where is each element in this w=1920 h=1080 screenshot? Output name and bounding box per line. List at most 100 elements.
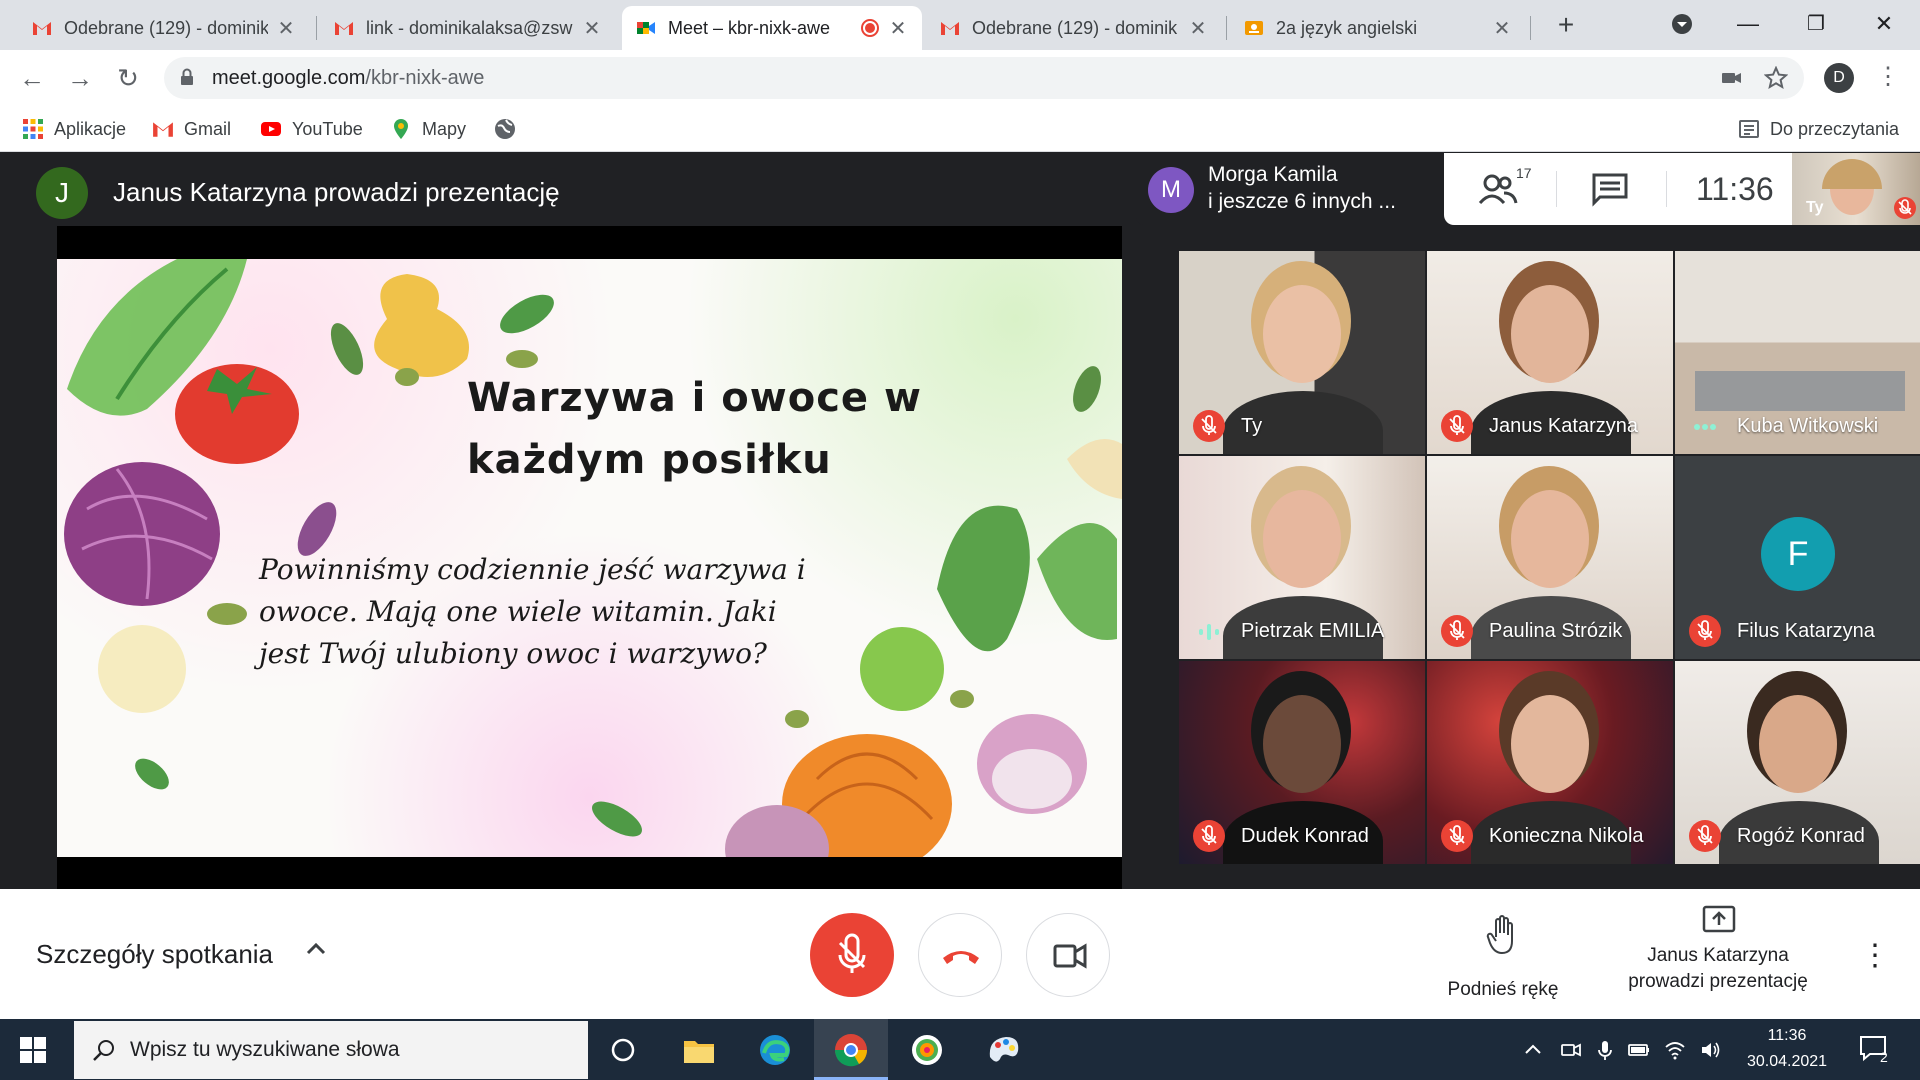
bookmark-gmail[interactable]: Gmail (152, 118, 231, 140)
profile-avatar[interactable]: D (1824, 63, 1854, 93)
participant-tile[interactable]: Janus Katarzyna (1427, 251, 1673, 454)
more-options-icon[interactable]: ⋮ (1860, 941, 1890, 973)
battery-icon[interactable] (1628, 1039, 1650, 1061)
paint-app-icon[interactable] (984, 1031, 1022, 1069)
tab-search-button[interactable] (1650, 6, 1714, 42)
chat-icon[interactable] (1590, 171, 1630, 207)
meet-stage: J Janus Katarzyna prowadzi prezentację W… (0, 153, 1920, 889)
windows-start-icon[interactable] (20, 1037, 46, 1063)
participant-name: Filus Katarzyna (1737, 620, 1875, 642)
camera-toggle-button[interactable] (1026, 913, 1110, 997)
people-icon[interactable] (1478, 171, 1518, 207)
others-more: i jeszcze 6 innych ... (1208, 190, 1396, 213)
hand-icon (1486, 915, 1513, 955)
edge-icon[interactable] (756, 1031, 794, 1069)
slide-body: Powinniśmy codziennie jeść warzywa i owo… (259, 553, 806, 670)
participant-name: Pietrzak EMILIA (1241, 620, 1385, 642)
tab-meet[interactable]: Meet – kbr-nixk-awe ✕ (622, 6, 922, 50)
tab-gmail-3[interactable]: Odebrane (129) - dominik ✕ (926, 6, 1222, 50)
chevron-up-icon[interactable] (302, 935, 330, 963)
bookmark-star-icon[interactable] (1764, 66, 1788, 90)
participant-tile[interactable]: Kuba Witkowski (1675, 251, 1920, 454)
close-tab-icon[interactable]: ✕ (888, 16, 908, 41)
participant-tile[interactable]: Rogóż Konrad (1675, 661, 1920, 864)
minimize-button[interactable]: — (1716, 6, 1780, 42)
file-explorer-icon[interactable] (680, 1031, 718, 1069)
participant-tile[interactable]: Dudek Konrad (1179, 661, 1425, 864)
chevron-down-circle-icon (1672, 14, 1692, 34)
taskbar-date[interactable]: 30.04.2021 (1742, 1053, 1832, 1071)
address-bar[interactable]: meet.google.com/kbr-nixk-awe (164, 57, 1804, 99)
participant-tile[interactable]: Pietrzak EMILIA (1179, 456, 1425, 659)
leave-call-button[interactable] (918, 913, 1002, 997)
tray-expand-icon[interactable] (1522, 1039, 1544, 1061)
apps-grid-icon (23, 119, 43, 139)
task-view-icon[interactable] (604, 1031, 642, 1069)
close-tab-icon[interactable]: ✕ (1188, 16, 1208, 41)
tab-title: Odebrane (129) - dominik (64, 17, 268, 38)
back-button[interactable]: ← (14, 60, 50, 96)
participant-tile[interactable]: Paulina Strózik (1427, 456, 1673, 659)
new-tab-button[interactable]: + (1550, 10, 1582, 42)
present-screen-icon (1702, 905, 1736, 933)
restore-button[interactable]: ❐ (1784, 6, 1848, 42)
reading-list-icon (1739, 120, 1759, 138)
meeting-info-panel: M Morga Kamila i jeszcze 6 innych ... 17… (1136, 153, 1920, 225)
participant-face (1263, 695, 1341, 793)
camera-tray-icon[interactable] (1560, 1039, 1582, 1061)
close-window-button[interactable]: ✕ (1852, 6, 1916, 42)
bookmark-label: Mapy (422, 118, 467, 139)
taskbar-chrome-active[interactable] (814, 1019, 888, 1080)
notification-count: 2 (1880, 1049, 1888, 1065)
presentation-view[interactable]: Warzywa i owoce w każdym posiłku Powinni… (57, 226, 1122, 889)
mic-toggle-button[interactable] (810, 913, 894, 997)
tab-classroom[interactable]: 2a język angielski ✕ (1230, 6, 1526, 50)
bookmark-label: Aplikacje (54, 118, 127, 139)
bookmark-maps[interactable]: Mapy (390, 118, 466, 140)
participant-tile[interactable]: F Filus Katarzyna (1675, 456, 1920, 659)
tab-gmail-2[interactable]: link - dominikalaksa@zsw ✕ (320, 6, 616, 50)
maps-pin-icon (394, 119, 408, 139)
taskbar-time[interactable]: 11:36 (1742, 1027, 1832, 1045)
browser-menu-icon[interactable]: ⋮ (1876, 62, 1900, 94)
present-label-line1: Janus Katarzyna (1647, 945, 1789, 966)
camera-in-use-icon[interactable] (1720, 66, 1744, 90)
photos-app-icon[interactable] (908, 1031, 946, 1069)
present-now-button[interactable]: Janus Katarzyna prowadzi prezentację (1608, 905, 1828, 1015)
bookmark-youtube[interactable]: YouTube (260, 118, 363, 140)
participant-name: Konieczna Nikola (1489, 825, 1644, 847)
bookmark-globe[interactable] (494, 118, 526, 140)
reading-list[interactable]: Do przeczytania (1738, 118, 1899, 140)
mic-off-icon (1193, 820, 1225, 852)
tab-divider (1530, 16, 1531, 40)
close-tab-icon[interactable]: ✕ (1492, 16, 1512, 41)
recording-dot-icon (861, 19, 879, 37)
mic-off-icon (1441, 820, 1473, 852)
participant-face (1511, 285, 1589, 383)
wifi-icon[interactable] (1664, 1039, 1686, 1061)
participant-name: Janus Katarzyna (1489, 415, 1638, 437)
raise-hand-label: Podnieś rękę (1447, 979, 1559, 1000)
self-view-thumbnail[interactable]: Ty (1792, 153, 1920, 225)
participant-name: Dudek Konrad (1241, 825, 1369, 847)
participant-face (1263, 490, 1341, 588)
taskbar-search[interactable]: Wpisz tu wyszukiwane słowa (74, 1021, 588, 1079)
pinned-others[interactable]: M Morga Kamila i jeszcze 6 innych ... (1136, 153, 1444, 225)
close-tab-icon[interactable]: ✕ (276, 16, 296, 41)
participant-tile[interactable]: Konieczna Nikola (1427, 661, 1673, 864)
volume-icon[interactable] (1700, 1039, 1722, 1061)
people-count: 17 (1516, 165, 1532, 181)
video-camera-icon (1053, 943, 1087, 969)
forward-button[interactable]: → (62, 60, 98, 96)
bookmark-apps[interactable]: Aplikacje (22, 118, 126, 140)
audio-dots-icon (1689, 417, 1721, 437)
reload-button[interactable]: ↻ (110, 60, 146, 96)
raise-hand-button[interactable]: Podnieś rękę (1410, 915, 1596, 1005)
close-tab-icon[interactable]: ✕ (582, 16, 602, 41)
tab-gmail-1[interactable]: Odebrane (129) - dominik ✕ (18, 6, 310, 50)
participant-tile[interactable]: Ty (1179, 251, 1425, 454)
microphone-tray-icon[interactable] (1594, 1039, 1616, 1061)
meeting-details-button[interactable]: Szczegóły spotkania (36, 939, 273, 970)
bookmark-label: Gmail (184, 118, 232, 139)
chrome-icon (834, 1034, 868, 1067)
